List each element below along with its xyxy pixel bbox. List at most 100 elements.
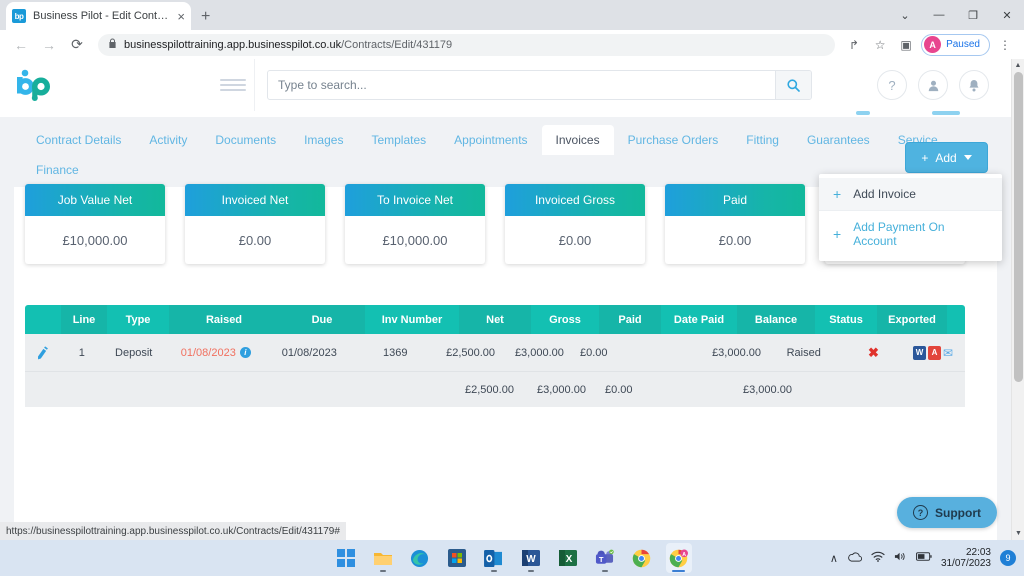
column-header-type[interactable]: Type (107, 305, 169, 334)
taskbar-clock[interactable]: 22:03 31/07/2023 (941, 547, 991, 569)
column-header-line[interactable]: Line (61, 305, 107, 334)
word-icon[interactable]: W (518, 543, 544, 573)
cell-inv-number: 1369 (350, 334, 441, 371)
user-icon[interactable] (918, 70, 948, 100)
search-icon[interactable] (775, 71, 811, 99)
search-box[interactable] (267, 70, 812, 100)
tab-images[interactable]: Images (290, 125, 357, 155)
table-row[interactable]: 1 Deposit 01/08/2023 i 01/08/2023 1369 £… (25, 334, 966, 371)
tab-contract-details[interactable]: Contract Details (22, 125, 135, 155)
teams-icon[interactable]: T (592, 543, 618, 573)
reload-icon[interactable]: ⟳ (64, 32, 90, 58)
favicon-icon: bp (12, 9, 26, 23)
tab-templates[interactable]: Templates (357, 125, 440, 155)
chevron-down-icon[interactable]: ⌄ (888, 0, 922, 30)
menu-item-add-invoice[interactable]: + Add Invoice (819, 178, 1002, 210)
scroll-up-icon[interactable]: ▲ (1012, 59, 1024, 72)
card-value: £0.00 (718, 232, 752, 248)
search-input[interactable] (268, 71, 775, 99)
column-header-raised[interactable]: Raised (169, 305, 279, 334)
share-icon[interactable]: ↱ (843, 34, 865, 56)
card-value: £10,000.00 (62, 232, 128, 248)
support-button[interactable]: ? Support (897, 497, 997, 528)
close-icon[interactable]: × (177, 10, 185, 23)
app-logo[interactable] (0, 68, 220, 102)
browser-tab[interactable]: bp Business Pilot - Edit Contract × (6, 2, 191, 30)
scrollbar-thumb[interactable] (1014, 72, 1023, 382)
menu-item-add-payment-on-account[interactable]: + Add Payment On Account (819, 211, 1002, 257)
window-close-icon[interactable]: ✕ (990, 0, 1024, 30)
table-header-row: Line Type Raised Due Inv Number Net Gros… (25, 305, 965, 334)
svg-text:W: W (526, 554, 536, 565)
window-controls: ⌄ — ❐ ✕ (888, 0, 1024, 30)
add-button-label: Add (935, 150, 957, 165)
tab-finance[interactable]: Finance (22, 155, 93, 185)
bookmark-icon[interactable]: ☆ (869, 34, 891, 56)
clock-time: 22:03 (965, 547, 991, 558)
battery-icon[interactable] (915, 552, 932, 564)
onedrive-icon[interactable] (847, 551, 862, 565)
menu-item-label: Add Payment On Account (853, 220, 945, 248)
bp-logo-icon (17, 69, 50, 101)
totals-balance: £3,000.00 (737, 371, 815, 407)
forward-icon[interactable]: → (36, 32, 62, 58)
address-bar[interactable]: businesspilottraining.app.businesspilot.… (98, 33, 836, 56)
column-header-inv-number[interactable]: Inv Number (365, 305, 459, 334)
minimize-icon[interactable]: — (922, 0, 956, 30)
profile-button[interactable]: A Paused (921, 33, 990, 56)
word-icon[interactable]: W (912, 345, 926, 360)
tab-fitting[interactable]: Fitting (732, 125, 793, 155)
cell-exported: ✖ (840, 334, 907, 371)
back-icon[interactable]: ← (8, 32, 34, 58)
file-explorer-icon[interactable] (370, 543, 396, 573)
column-header-date-paid[interactable]: Date Paid (661, 305, 737, 334)
tab-purchase-orders[interactable]: Purchase Orders (614, 125, 733, 155)
start-icon[interactable] (333, 543, 359, 573)
bell-icon[interactable] (959, 70, 989, 100)
card-value: £0.00 (558, 232, 592, 248)
new-tab-button[interactable]: + (201, 9, 210, 25)
sidebar-toggle-icon[interactable] (220, 79, 246, 91)
help-icon[interactable]: ? (877, 70, 907, 100)
page-scrollbar[interactable]: ▲ ▼ (1011, 59, 1024, 540)
browser-toolbar: ← → ⟳ businesspilottraining.app.business… (0, 30, 1024, 59)
column-header-gross[interactable]: Gross (531, 305, 599, 334)
tab-guarantees[interactable]: Guarantees (793, 125, 884, 155)
cell-date-paid (633, 334, 707, 371)
pdf-icon[interactable]: A (927, 345, 941, 360)
svg-text:X: X (565, 554, 572, 565)
tab-activity[interactable]: Activity (135, 125, 201, 155)
microsoft-store-icon[interactable] (444, 543, 470, 573)
info-icon[interactable]: i (239, 347, 251, 358)
cell-balance: £3,000.00 (706, 334, 781, 371)
column-header-balance[interactable]: Balance (737, 305, 815, 334)
browser-menu-icon[interactable]: ⋮ (994, 34, 1016, 56)
column-header-net[interactable]: Net (459, 305, 531, 334)
app-header: ? (0, 59, 1011, 111)
side-panel-icon[interactable]: ▣ (895, 34, 917, 56)
excel-icon[interactable]: X (555, 543, 581, 573)
email-icon[interactable]: ✉ (943, 346, 953, 360)
edge-icon[interactable] (407, 543, 433, 573)
maximize-icon[interactable]: ❐ (956, 0, 990, 30)
chevron-up-icon[interactable]: ∧ (830, 552, 838, 565)
tab-invoices[interactable]: Invoices (541, 125, 614, 155)
page-viewport: ? Contract Details Activity Documents Im… (0, 59, 1024, 540)
column-header-status[interactable]: Status (815, 305, 877, 334)
outlook-icon[interactable] (481, 543, 507, 573)
notification-badge[interactable]: 9 (1000, 550, 1016, 566)
tab-appointments[interactable]: Appointments (440, 125, 541, 155)
chrome-icon[interactable] (629, 543, 655, 573)
column-header-exported[interactable]: Exported (877, 305, 947, 334)
edit-row-button[interactable] (25, 334, 60, 371)
column-header-paid[interactable]: Paid (599, 305, 661, 334)
tab-documents[interactable]: Documents (201, 125, 290, 155)
chrome-active-icon[interactable]: A (665, 543, 692, 573)
card-title: Paid (665, 184, 805, 216)
wifi-icon[interactable] (871, 551, 885, 565)
add-button[interactable]: + Add (905, 142, 988, 173)
toolbar-right: ↱ ☆ ▣ A Paused ⋮ (843, 33, 1016, 56)
column-header-due[interactable]: Due (279, 305, 365, 334)
scroll-down-icon[interactable]: ▼ (1012, 527, 1024, 540)
volume-icon[interactable] (894, 551, 907, 565)
